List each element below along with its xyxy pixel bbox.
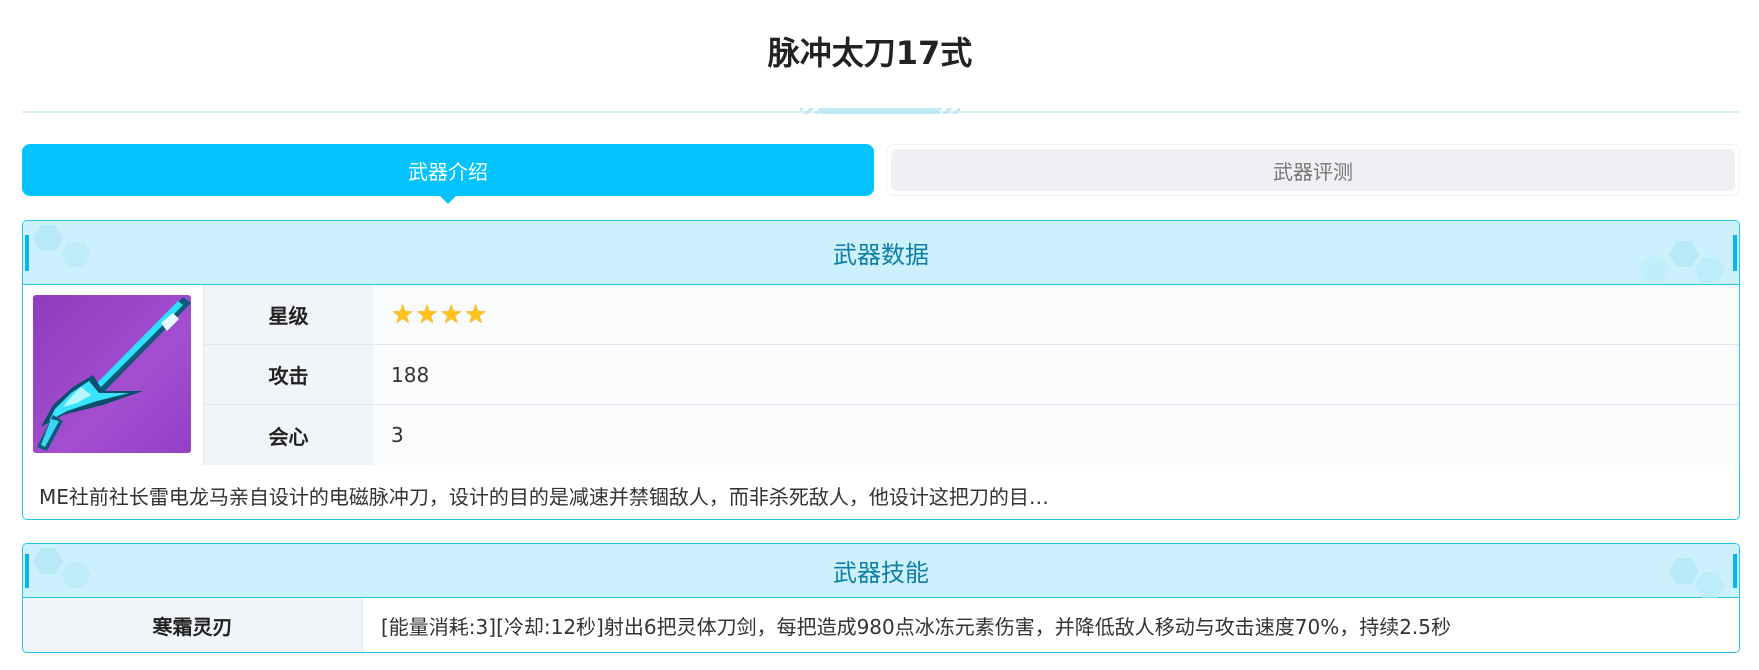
- weapon-data-header: 武器数据: [23, 221, 1739, 285]
- tab-weapon-intro[interactable]: 武器介绍: [22, 144, 874, 204]
- stat-label-attack: 攻击: [203, 345, 373, 404]
- star-icon: ★: [391, 299, 415, 330]
- weapon-data-title: 武器数据: [833, 241, 929, 269]
- weapon-image: [33, 295, 191, 453]
- hex-decoration-icon: [61, 241, 91, 267]
- header-edge-left: [25, 554, 29, 588]
- skill-name: 寒霜灵刃: [23, 598, 363, 652]
- tab-bar: 武器介绍 武器评测: [22, 144, 1740, 204]
- star-icon: ★: [415, 299, 439, 330]
- weapon-data-body: 星级 ★ ★ ★ ★ 攻击 188 会心 3 ME社前社长雷电龙马亲自设计的电磁…: [23, 285, 1739, 519]
- tab-weapon-review-label: 武器评测: [891, 149, 1735, 191]
- weapon-skill-header: 武器技能: [23, 544, 1739, 598]
- stat-label-crit: 会心: [203, 405, 373, 465]
- hex-decoration-icon: [1669, 558, 1699, 584]
- hex-decoration-icon: [1695, 572, 1725, 598]
- table-row: 会心 3: [203, 405, 1739, 465]
- header-edge-left: [25, 235, 29, 271]
- tab-weapon-review[interactable]: 武器评测: [886, 144, 1740, 196]
- weapon-data-card: 武器数据 星级 ★ ★ ★ ★ 攻击 188 会心 3 ME社前社长雷电龙马亲自…: [22, 220, 1740, 520]
- page-title: 脉冲太刀17式: [767, 34, 973, 72]
- header-edge-right: [1733, 554, 1737, 588]
- hex-decoration-icon: [1695, 257, 1725, 283]
- skill-description: [能量消耗:3][冷却:12秒]射出6把灵体刀剑，每把造成980点冰冻元素伤害，…: [363, 598, 1739, 652]
- hex-decoration-icon: [33, 225, 63, 251]
- divider-ornament: [800, 108, 960, 114]
- weapon-skill-title: 武器技能: [833, 559, 929, 587]
- table-row: 攻击 188: [203, 345, 1739, 405]
- star-icon: ★: [463, 299, 488, 330]
- stat-label-rarity: 星级: [203, 285, 373, 344]
- stat-value-attack: 188: [373, 345, 1739, 404]
- weapon-skill-card: 武器技能 寒霜灵刃 [能量消耗:3][冷却:12秒]射出6把灵体刀剑，每把造成9…: [22, 543, 1740, 653]
- hex-decoration-icon: [33, 548, 63, 574]
- header-edge-right: [1733, 235, 1737, 271]
- weapon-description: ME社前社长雷电龙马亲自设计的电磁脉冲刀，设计的目的是减速并禁锢敌人，而非杀死敌…: [39, 485, 1049, 509]
- stat-value-rarity: ★ ★ ★ ★: [373, 285, 1739, 344]
- stat-value-crit: 3: [373, 405, 1739, 465]
- hex-decoration-icon: [1669, 241, 1699, 267]
- weapon-stats-table: 星级 ★ ★ ★ ★ 攻击 188 会心 3: [203, 285, 1739, 465]
- star-icon: ★: [439, 299, 463, 330]
- blade-icon: [37, 297, 191, 451]
- table-row: 星级 ★ ★ ★ ★: [203, 285, 1739, 345]
- hex-decoration-icon: [61, 562, 91, 588]
- hex-decoration-icon: [1639, 257, 1669, 283]
- skill-row: 寒霜灵刃 [能量消耗:3][冷却:12秒]射出6把灵体刀剑，每把造成980点冰冻…: [23, 598, 1739, 652]
